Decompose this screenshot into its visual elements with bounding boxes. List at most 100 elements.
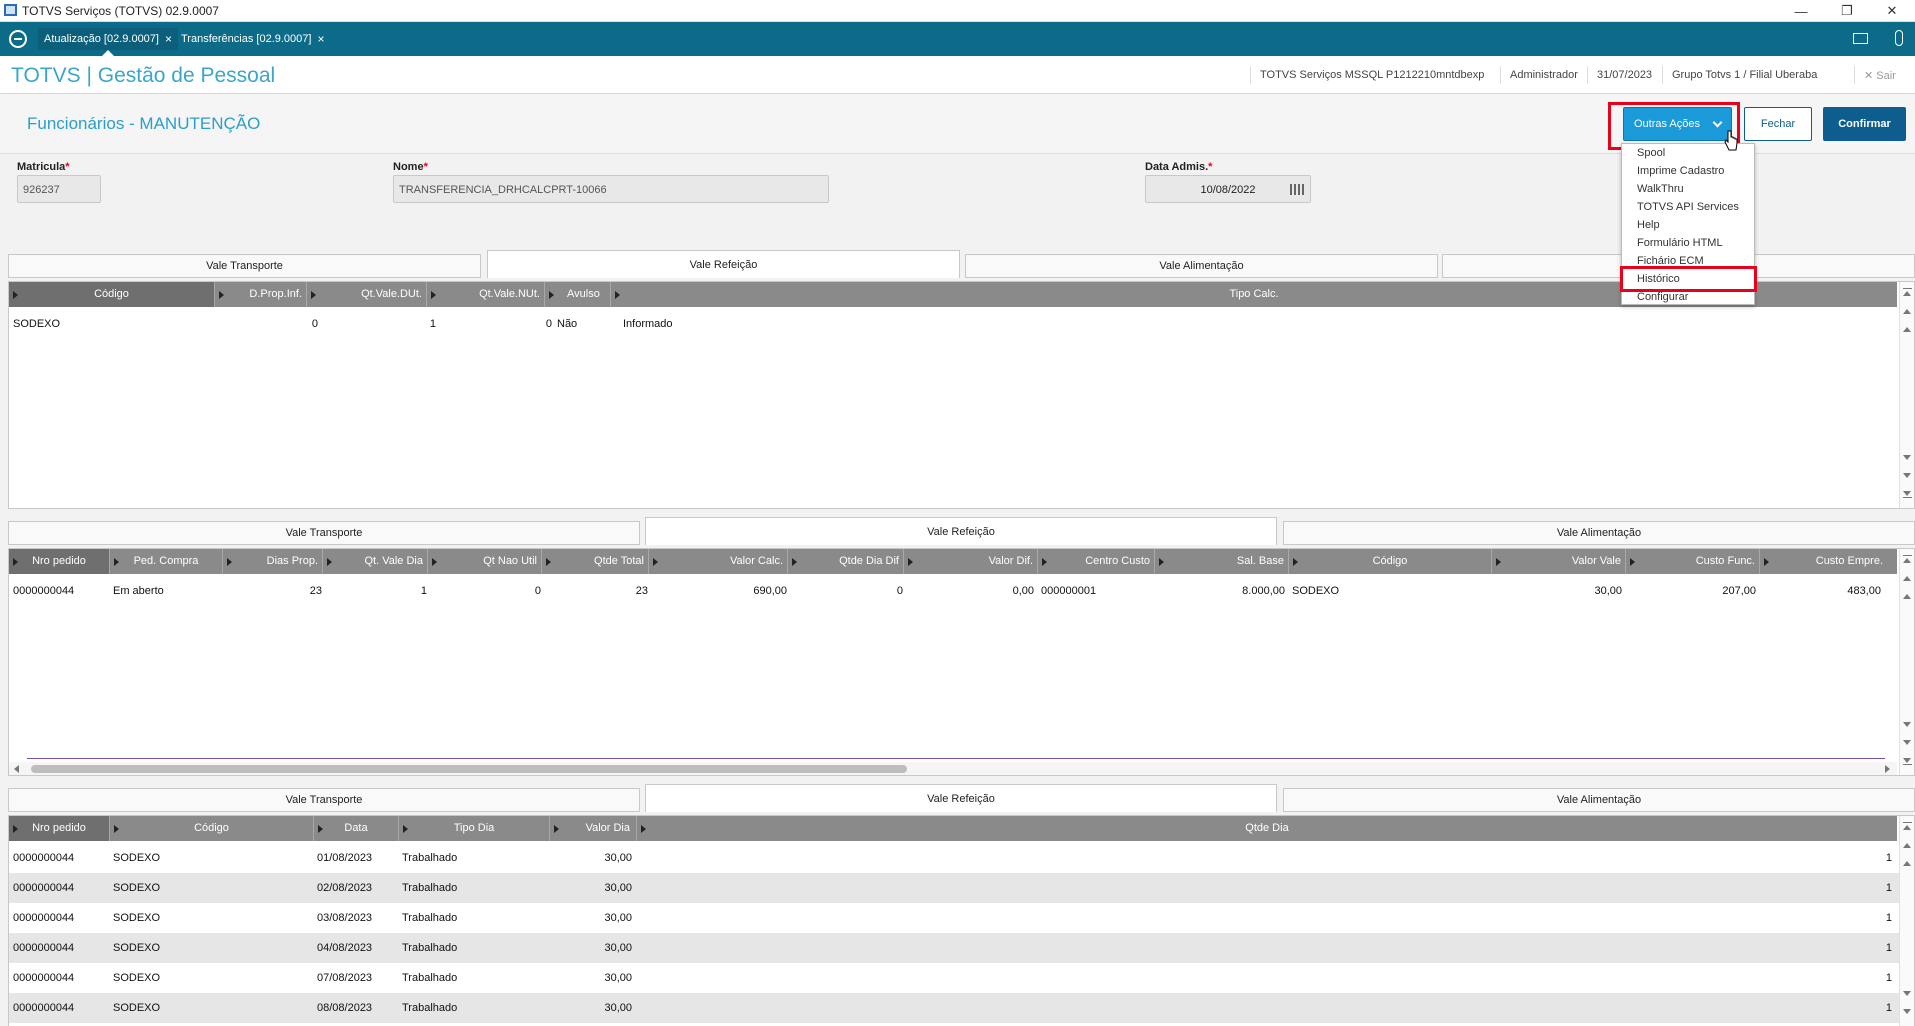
tab-vale-transporte[interactable]: Vale Transporte — [8, 788, 640, 812]
menu-item-formulario-html[interactable]: Formulário HTML — [1637, 237, 1723, 249]
table-row[interactable]: SODEXO 0 1 0 Não Informado — [9, 309, 1914, 339]
nome-field[interactable]: TRANSFERENCIA_DRHCALCPRT-10066 — [393, 175, 829, 203]
tab-vale-alimentacao[interactable]: Vale Alimentação — [965, 254, 1438, 278]
col-centro-custo[interactable]: Centro Custo — [1037, 549, 1154, 574]
col-qt-nao-util[interactable]: Qt Nao Util — [427, 549, 541, 574]
col-qt-vale-dia[interactable]: Qt. Vale Dia — [322, 549, 427, 574]
cell-codigo: SODEXO — [113, 882, 161, 894]
menu-item-spool[interactable]: Spool — [1637, 147, 1665, 159]
vertical-scrollbar[interactable] — [1899, 549, 1914, 775]
cell-tipo-dia: Trabalhado — [402, 942, 458, 954]
app-icon — [4, 4, 17, 16]
col-valor-dia[interactable]: Valor Dia — [549, 816, 636, 841]
col-valor-dif[interactable]: Valor Dif. — [903, 549, 1037, 574]
tab-vale-transporte[interactable]: Vale Transporte — [8, 521, 640, 545]
matricula-field[interactable]: 926237 — [17, 175, 101, 203]
col-custo-empre[interactable]: Custo Empre. — [1759, 549, 1889, 574]
table-row[interactable]: 0000000044 SODEXO 04/08/2023 Trabalhado 30,0… — [9, 933, 1914, 963]
cell-qt-vale-dut: 1 — [429, 318, 436, 330]
tab-label: Transferências [02.9.0007] — [181, 33, 312, 45]
tab-vale-refeicao[interactable]: Vale Refeição — [645, 784, 1277, 812]
col-d-prop-inf[interactable]: D.Prop.Inf. — [214, 282, 306, 307]
grid-header: Nro pedido Código Data Tipo Dia Valor Di… — [9, 816, 1897, 841]
minimize-icon[interactable]: — — [1778, 0, 1824, 22]
col-codigo[interactable]: Código — [1288, 549, 1491, 574]
cell-nro-pedido: 0000000044 — [13, 882, 75, 894]
vertical-scrollbar[interactable] — [1899, 816, 1914, 1026]
close-icon[interactable]: ✕ — [1869, 0, 1915, 22]
server-info: TOTVS Serviços MSSQL P1212210mntdbexp — [1250, 66, 1493, 84]
mail-icon[interactable] — [1853, 33, 1868, 44]
table-row[interactable]: 0000000044 Em aberto 23 1 0 23 690,00 0 … — [9, 576, 1914, 606]
cell-data: 08/08/2023 — [317, 1002, 373, 1014]
scroll-indicator-icon — [1895, 30, 1903, 46]
col-codigo[interactable]: Código — [9, 282, 214, 307]
menu-item-configurar[interactable]: Configurar — [1637, 291, 1688, 303]
scroll-right-icon[interactable] — [1885, 765, 1890, 773]
col-qt-vale-nut[interactable]: Qt.Vale.NUt. — [426, 282, 544, 307]
cell-nro-pedido: 0000000044 — [13, 585, 75, 597]
calendar-icon[interactable] — [1290, 184, 1304, 195]
vertical-scrollbar[interactable] — [1899, 282, 1914, 508]
tab-vale-refeicao[interactable]: Vale Refeição — [645, 517, 1277, 545]
table-row[interactable]: 0000000044 SODEXO 07/08/2023 Trabalhado 30,0… — [9, 963, 1914, 993]
scroll-left-icon[interactable] — [14, 765, 19, 773]
table-row[interactable]: 0000000044 SODEXO 03/08/2023 Trabalhado 30,0… — [9, 903, 1914, 933]
fechar-button[interactable]: Fechar — [1744, 107, 1812, 141]
tab-atualizacao[interactable]: Atualização [02.9.0007] × — [38, 28, 178, 56]
table-row[interactable]: 0000000044 SODEXO 02/08/2023 Trabalhado 30,0… — [9, 873, 1914, 903]
tab-vale-alimentacao[interactable]: Vale Alimentação — [1283, 788, 1915, 812]
col-custo-func[interactable]: Custo Func. — [1625, 549, 1759, 574]
totvs-logo-icon[interactable] — [9, 30, 27, 48]
confirmar-button[interactable]: Confirmar — [1823, 107, 1906, 141]
group-info: Grupo Totvs 1 / Filial Uberaba — [1662, 66, 1826, 84]
maximize-icon[interactable]: ❐ — [1824, 0, 1870, 22]
exit-button[interactable]: ✕ Sair — [1854, 66, 1905, 84]
tab-transferencias[interactable]: Transferências [02.9.0007] × — [175, 28, 330, 50]
col-qtde-total[interactable]: Qtde Total — [541, 549, 648, 574]
cell-data: 01/08/2023 — [317, 852, 373, 864]
cell-valor-vale: 30,00 — [1594, 585, 1622, 597]
col-nro-pedido[interactable]: Nro pedido — [9, 549, 109, 574]
menu-item-imprime-cadastro[interactable]: Imprime Cadastro — [1637, 165, 1724, 177]
grid-header: Código D.Prop.Inf. Qt.Vale.DUt. Qt.Vale.… — [9, 282, 1897, 307]
tab-vale-alimentacao[interactable]: Vale Alimentação — [1283, 521, 1915, 545]
close-icon[interactable]: × — [165, 32, 172, 46]
cell-codigo: SODEXO — [113, 852, 161, 864]
cell-nro-pedido: 0000000044 — [13, 1002, 75, 1014]
col-qtde-dia-dif[interactable]: Qtde Dia Dif — [787, 549, 903, 574]
tabs-section-2: Vale Transporte Vale Refeição Vale Alime… — [8, 517, 1915, 545]
col-dias-prop[interactable]: Dias Prop. — [222, 549, 322, 574]
tab-vale-transporte[interactable]: Vale Transporte — [8, 254, 481, 278]
col-valor-vale[interactable]: Valor Vale — [1491, 549, 1625, 574]
horizontal-scrollbar[interactable] — [9, 762, 1897, 775]
col-qtde-dia[interactable]: Qtde Dia — [636, 816, 1897, 841]
cell-qt-vale-nut: 0 — [545, 318, 552, 330]
scroll-thumb[interactable] — [31, 765, 907, 773]
col-sal-base[interactable]: Sal. Base — [1154, 549, 1288, 574]
col-avulso[interactable]: Avulso — [544, 282, 610, 307]
window-titlebar: TOTVS Serviços (TOTVS) 02.9.0007 — ❐ ✕ — [0, 0, 1915, 22]
col-tipo-dia[interactable]: Tipo Dia — [398, 816, 549, 841]
table-row[interactable]: 0000000044 SODEXO 08/08/2023 Trabalhado 30,0… — [9, 993, 1914, 1023]
cell-tipo-calc: Informado — [623, 318, 673, 330]
close-icon[interactable]: × — [317, 32, 324, 46]
col-valor-calc[interactable]: Valor Calc. — [648, 549, 787, 574]
menu-item-totvs-api-services[interactable]: TOTVS API Services — [1637, 201, 1739, 213]
cell-data: 04/08/2023 — [317, 942, 373, 954]
col-nro-pedido[interactable]: Nro pedido — [9, 816, 109, 841]
col-ped-compra[interactable]: Ped. Compra — [109, 549, 222, 574]
nome-label: Nome* — [393, 161, 428, 173]
menu-item-walkthru[interactable]: WalkThru — [1637, 183, 1684, 195]
cell-data: 07/08/2023 — [317, 972, 373, 984]
col-codigo[interactable]: Código — [109, 816, 313, 841]
grid-header: Nro pedido Ped. Compra Dias Prop. Qt. Va… — [9, 549, 1897, 574]
tab-vale-refeicao[interactable]: Vale Refeição — [487, 250, 960, 278]
menu-item-help[interactable]: Help — [1637, 219, 1660, 231]
table-row[interactable]: 0000000044 SODEXO 01/08/2023 Trabalhado 30,0… — [9, 843, 1914, 873]
cell-nro-pedido: 0000000044 — [13, 942, 75, 954]
cell-qtde-total: 23 — [635, 585, 648, 597]
col-data[interactable]: Data — [313, 816, 398, 841]
col-qt-vale-dut[interactable]: Qt.Vale.DUt. — [306, 282, 426, 307]
data-admis-field[interactable]: 10/08/2022 — [1145, 175, 1311, 203]
